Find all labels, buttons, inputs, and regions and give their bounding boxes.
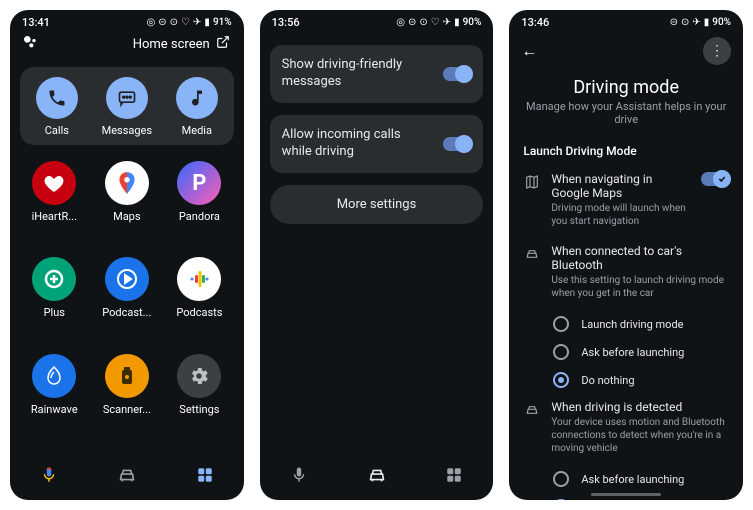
podcasts-icon [177, 257, 221, 301]
nav-mic[interactable] [36, 462, 62, 488]
header-title: Home screen [133, 37, 210, 52]
plus-icon [32, 257, 76, 301]
page-subtitle: Manage how your Assistant helps in your … [509, 100, 743, 138]
app-settings[interactable]: Settings [165, 354, 234, 442]
app-rainwave[interactable]: Rainwave [20, 354, 89, 442]
status-bar: 13:41 ◎⊝⊙♡✈▮91% [10, 10, 244, 31]
quick-calls[interactable]: Calls [36, 77, 78, 137]
car-icon [523, 244, 541, 262]
open-icon[interactable] [216, 35, 230, 53]
map-icon [523, 172, 541, 190]
phone-settings: 13:56 ◎⊝⊙♡✈▮90% Show driving-friendly me… [260, 10, 494, 500]
app-plus[interactable]: Plus [20, 257, 89, 345]
quick-row: Calls Messages Media [20, 67, 234, 145]
status-icons: ◎⊝⊙♡✈▮91% [147, 17, 232, 28]
phone-home: 13:41 ◎⊝⊙♡✈▮91% Home screen Calls Messag… [10, 10, 244, 500]
header-row[interactable]: Home screen [10, 31, 244, 61]
setting-driving-messages[interactable]: Show driving-friendly messages [270, 45, 484, 103]
radio-icon [553, 471, 569, 487]
radio-icon [553, 344, 569, 360]
nav-bar [260, 452, 494, 500]
nav-apps[interactable] [192, 462, 218, 488]
back-button[interactable]: ← [521, 41, 537, 61]
radio-launch[interactable]: Launch driving mode [509, 310, 743, 338]
app-iheartradio[interactable]: iHeartR... [20, 161, 89, 249]
app-maps[interactable]: Maps [93, 161, 162, 249]
option-driving-detected: When driving is detected Your device use… [509, 394, 743, 465]
app-scanner[interactable]: Scanner... [93, 354, 162, 442]
status-icons: ⊝⊙✈▮90% [670, 17, 731, 28]
overflow-menu[interactable]: ⋮ [703, 37, 731, 65]
phone-driving-mode: 13:46 ⊝⊙✈▮90% ← ⋮ Driving mode Manage ho… [509, 10, 743, 500]
section-launch: Launch Driving Mode [509, 138, 743, 166]
option-bluetooth: When connected to car's Bluetooth Use th… [509, 238, 743, 310]
status-icons: ◎⊝⊙♡✈▮90% [396, 17, 481, 28]
status-bar: 13:46 ⊝⊙✈▮90% [509, 10, 743, 31]
pandora-icon: P [177, 161, 221, 205]
option-google-maps[interactable]: When navigating in Google Maps Driving m… [509, 166, 743, 238]
car-icon [523, 400, 541, 418]
radio-ask[interactable]: Ask before launching [509, 338, 743, 366]
page-title: Driving mode [509, 71, 743, 100]
status-time: 13:46 [521, 16, 549, 29]
app-grid: iHeartR... Maps P Pandora Plus Podcast..… [10, 151, 244, 452]
setting-incoming-calls[interactable]: Allow incoming calls while driving [270, 115, 484, 173]
nav-bar [10, 452, 244, 500]
radio-icon-selected [553, 499, 569, 500]
status-time: 13:56 [272, 16, 300, 29]
status-time: 13:41 [22, 16, 50, 29]
more-settings-button[interactable]: More settings [270, 185, 484, 224]
radio-icon [553, 316, 569, 332]
gear-icon [177, 354, 221, 398]
nav-car[interactable] [114, 462, 140, 488]
home-indicator[interactable] [591, 493, 661, 496]
rain-icon [32, 354, 76, 398]
phone-icon [36, 77, 78, 119]
heart-icon [32, 161, 76, 205]
radio-nothing[interactable]: Do nothing [509, 366, 743, 394]
toggle-on[interactable] [443, 67, 471, 81]
toggle-on[interactable] [443, 137, 471, 151]
top-bar: ← ⋮ [509, 31, 743, 71]
quick-media[interactable]: Media [176, 77, 218, 137]
message-icon [106, 77, 148, 119]
app-podcast-addict[interactable]: Podcast... [93, 257, 162, 345]
quick-messages[interactable]: Messages [102, 77, 152, 137]
toggle-on-checked[interactable] [701, 172, 729, 186]
radio-ask-2[interactable]: Ask before launching [509, 465, 743, 493]
podcast-icon [105, 257, 149, 301]
music-icon [176, 77, 218, 119]
app-pandora[interactable]: P Pandora [165, 161, 234, 249]
nav-apps[interactable] [441, 462, 467, 488]
scanner-icon [105, 354, 149, 398]
assistant-icon[interactable] [22, 34, 38, 54]
nav-mic[interactable] [286, 462, 312, 488]
app-google-podcasts[interactable]: Podcasts [165, 257, 234, 345]
radio-icon-selected [553, 372, 569, 388]
nav-car[interactable] [364, 462, 390, 488]
maps-icon [105, 161, 149, 205]
status-bar: 13:56 ◎⊝⊙♡✈▮90% [260, 10, 494, 31]
